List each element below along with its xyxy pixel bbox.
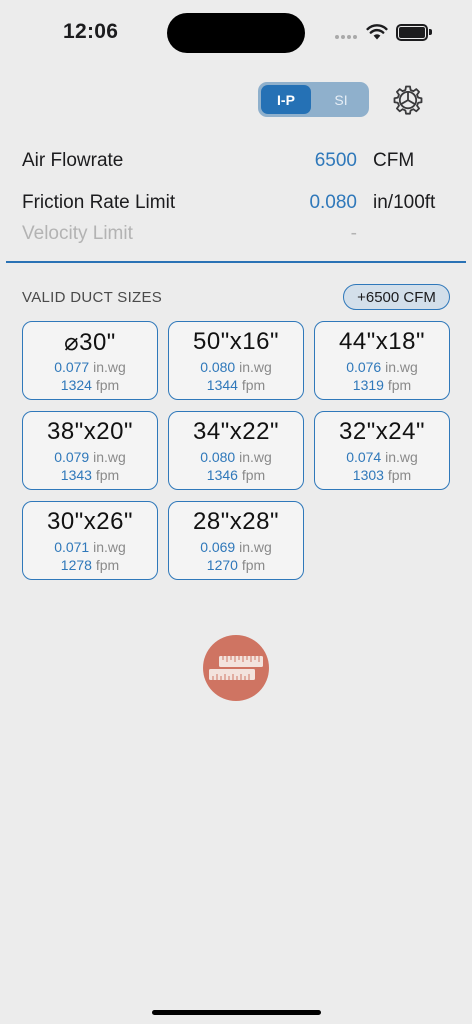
unit-option-ip[interactable]: I-P [261,85,311,114]
status-bar: 12:06 [0,0,472,64]
velocity-unit: fpm [95,557,120,573]
friction-rate-label: Friction Rate Limit [22,192,176,213]
velocity-value: 1278 [60,557,92,573]
duct-size-card[interactable]: 34"x22" 0.080 in.wg 1346 fpm [168,411,304,490]
duct-size-card[interactable]: 44"x18" 0.076 in.wg 1319 fpm [314,321,450,400]
velocity-unit: fpm [387,377,412,393]
unit-system-toggle[interactable]: I-P SI [258,82,369,117]
section-divider [6,261,466,263]
velocity-unit: fpm [387,467,412,483]
friction-line: 0.069 in.wg [169,539,303,555]
duct-size: 44"x18" [339,328,425,355]
cellular-signal-icon [335,34,359,40]
velocity-value: 1346 [206,467,238,483]
duct-size: 50"x16" [193,328,279,355]
ruler-icon [209,656,263,680]
gear-icon[interactable] [392,84,424,116]
duct-size: 38"x20" [47,418,133,445]
duct-size: 34"x22" [193,418,279,445]
velocity-line: 1346 fpm [169,467,303,483]
velocity-value: 1344 [206,377,238,393]
friction-line: 0.080 in.wg [169,359,303,375]
friction-line: 0.076 in.wg [315,359,449,375]
friction-value: 0.079 [54,449,90,465]
velocity-unit: fpm [241,467,266,483]
duct-size-card[interactable]: 30"x26" 0.071 in.wg 1278 fpm [22,501,158,580]
friction-unit: in.wg [385,359,418,375]
friction-value: 0.071 [54,539,90,555]
velocity-value: 1270 [206,557,238,573]
friction-unit: in.wg [93,359,126,375]
unit-option-si[interactable]: SI [316,85,366,114]
friction-value: 0.076 [346,359,382,375]
friction-unit: in.wg [239,359,272,375]
friction-unit: in.wg [239,449,272,465]
flow-badge[interactable]: +6500 CFM [343,284,450,310]
friction-unit: in.wg [93,539,126,555]
friction-rate-value[interactable]: 0.080 [309,192,357,214]
friction-value: 0.074 [346,449,382,465]
duct-size: 28"x28" [193,508,279,535]
velocity-line: 1343 fpm [23,467,157,483]
duct-size-card[interactable]: 28"x28" 0.069 in.wg 1270 fpm [168,501,304,580]
air-flowrate-label: Air Flowrate [22,150,124,171]
friction-value: 0.069 [200,539,236,555]
velocity-line: 1303 fpm [315,467,449,483]
home-indicator[interactable] [152,1010,321,1015]
friction-value: 0.077 [54,359,90,375]
friction-line: 0.071 in.wg [23,539,157,555]
velocity-value: 1324 [60,377,92,393]
velocity-unit: fpm [241,557,266,573]
velocity-limit-value[interactable]: - [351,223,357,245]
velocity-limit-label: Velocity Limit [22,223,133,244]
velocity-value: 1319 [352,377,384,393]
friction-unit: in.wg [239,539,272,555]
velocity-line: 1344 fpm [169,377,303,393]
friction-line: 0.080 in.wg [169,449,303,465]
velocity-unit: fpm [241,377,266,393]
battery-icon [396,24,432,41]
air-flowrate-unit: CFM [373,150,415,171]
velocity-line: 1270 fpm [169,557,303,573]
friction-line: 0.074 in.wg [315,449,449,465]
velocity-value: 1343 [60,467,92,483]
friction-unit: in.wg [93,449,126,465]
duct-size: 30"x26" [47,508,133,535]
duct-size-card[interactable]: 50"x16" 0.080 in.wg 1344 fpm [168,321,304,400]
valid-duct-sizes-title: VALID DUCT SIZES [22,289,163,306]
velocity-value: 1303 [352,467,384,483]
ruler-fab-button[interactable] [203,635,269,701]
velocity-line: 1319 fpm [315,377,449,393]
velocity-unit: fpm [95,377,120,393]
friction-line: 0.077 in.wg [23,359,157,375]
velocity-line: 1324 fpm [23,377,157,393]
wifi-icon [366,24,388,40]
duct-size: 32"x24" [339,418,425,445]
velocity-unit: fpm [95,467,120,483]
air-flowrate-value[interactable]: 6500 [315,150,357,172]
friction-unit: in.wg [385,449,418,465]
friction-rate-unit: in/100ft [373,192,436,213]
duct-size-card[interactable]: 32"x24" 0.074 in.wg 1303 fpm [314,411,450,490]
velocity-line: 1278 fpm [23,557,157,573]
dynamic-island [167,13,305,53]
duct-size: ⌀30" [64,329,116,356]
duct-size-card[interactable]: 38"x20" 0.079 in.wg 1343 fpm [22,411,158,490]
duct-size-card[interactable]: ⌀30" 0.077 in.wg 1324 fpm [22,321,158,400]
friction-value: 0.080 [200,449,236,465]
friction-value: 0.080 [200,359,236,375]
friction-line: 0.079 in.wg [23,449,157,465]
status-time: 12:06 [63,20,119,43]
